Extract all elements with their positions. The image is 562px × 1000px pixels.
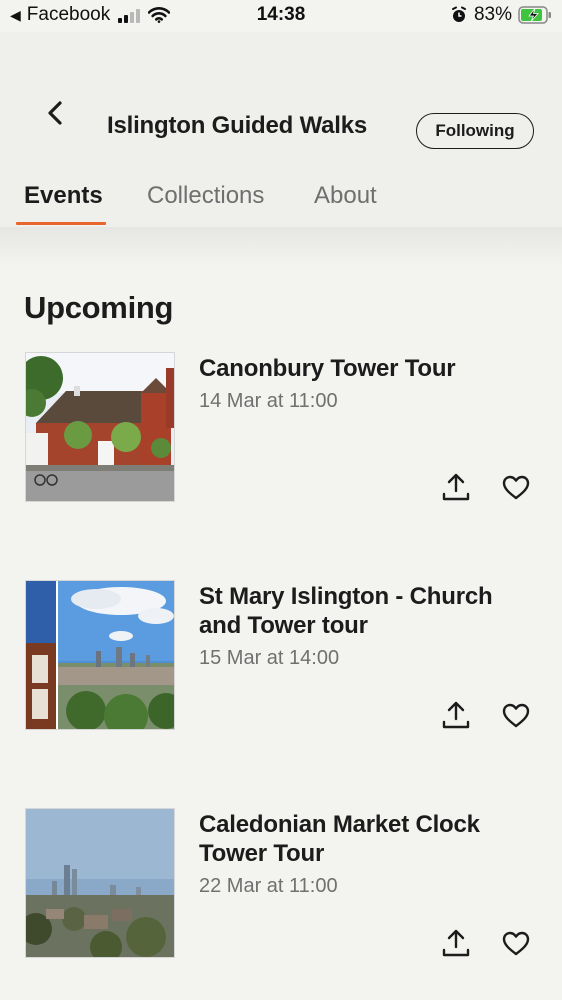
event-title[interactable]: Canonbury Tower Tour [199, 354, 529, 383]
heart-icon[interactable] [502, 930, 530, 958]
tab-bar: Events Collections About [0, 178, 562, 226]
event-thumbnail[interactable] [25, 352, 175, 502]
chevron-left-icon [48, 101, 62, 125]
event-card[interactable]: Canonbury Tower Tour 14 Mar at 11:00 [0, 352, 562, 502]
battery-charging-icon [518, 6, 551, 24]
event-card[interactable]: Caledonian Market Clock Tower Tour 22 Ma… [0, 808, 562, 958]
tab-about[interactable]: About [314, 182, 377, 210]
event-title[interactable]: Caledonian Market Clock Tower Tour [199, 810, 529, 868]
event-thumbnail[interactable] [25, 580, 175, 730]
tab-events[interactable]: Events [24, 182, 103, 210]
alarm-icon [451, 6, 466, 22]
heart-icon[interactable] [502, 474, 530, 502]
tab-collections[interactable]: Collections [147, 182, 264, 210]
back-button[interactable] [40, 98, 70, 128]
back-to-app-label[interactable]: Facebook [27, 4, 110, 26]
status-bar-right: 83% [450, 4, 552, 26]
battery-percent: 83% [473, 4, 512, 25]
header-shadow [0, 227, 562, 267]
event-title[interactable]: St Mary Islington - Church and Tower tou… [199, 582, 529, 640]
share-icon[interactable] [441, 700, 471, 730]
event-date: 22 Mar at 11:00 [199, 875, 338, 897]
event-date: 15 Mar at 14:00 [199, 647, 340, 669]
share-icon[interactable] [441, 472, 471, 502]
share-icon[interactable] [441, 928, 471, 958]
event-card[interactable]: St Mary Islington - Church and Tower tou… [0, 580, 562, 730]
status-bar: ◀ Facebook 14:38 83% [0, 0, 562, 32]
wifi-icon [148, 7, 171, 23]
status-bar-left: ◀ Facebook [10, 4, 171, 26]
back-to-app-icon[interactable]: ◀ [10, 7, 21, 24]
following-button[interactable]: Following [416, 113, 534, 149]
section-title-upcoming: Upcoming [24, 290, 174, 325]
active-tab-indicator [16, 222, 106, 225]
page-title: Islington Guided Walks [107, 112, 368, 139]
event-date: 14 Mar at 11:00 [199, 390, 338, 412]
heart-icon[interactable] [502, 702, 530, 730]
signal-icon [118, 7, 141, 23]
event-thumbnail[interactable] [25, 808, 175, 958]
page-header: Islington Guided Walks Following Events … [0, 32, 562, 227]
